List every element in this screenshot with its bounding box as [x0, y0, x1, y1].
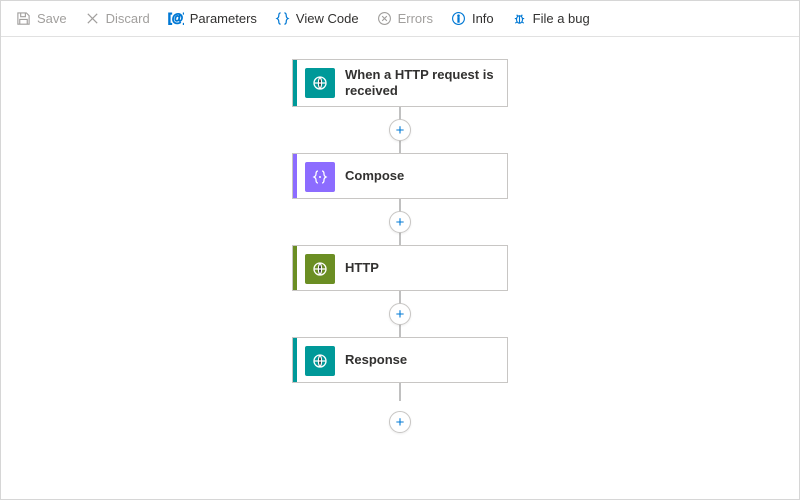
request-icon [305, 68, 335, 98]
node-title: HTTP [345, 246, 507, 290]
workflow-node-compose[interactable]: Compose [292, 153, 508, 199]
workflow-node-response[interactable]: Response [292, 337, 508, 383]
view-code-label: View Code [296, 11, 359, 26]
discard-icon [85, 11, 100, 26]
parameters-button[interactable]: [@] Parameters [159, 3, 266, 35]
add-step-button[interactable]: + [389, 119, 411, 141]
info-icon [451, 11, 466, 26]
connector: + [395, 199, 405, 245]
node-accent [293, 60, 297, 106]
workflow-node-trigger[interactable]: When a HTTP request is received [292, 59, 508, 107]
compose-icon [305, 162, 335, 192]
connector: + [395, 107, 405, 153]
connector-end [399, 383, 401, 401]
node-accent [293, 338, 297, 382]
save-label: Save [37, 11, 67, 26]
response-icon [305, 346, 335, 376]
file-bug-button[interactable]: File a bug [503, 3, 599, 35]
svg-text:[@]: [@] [168, 13, 184, 25]
errors-label: Errors [398, 11, 433, 26]
code-braces-icon [275, 11, 290, 26]
workflow-node-http[interactable]: HTTP [292, 245, 508, 291]
node-title: Response [345, 338, 507, 382]
discard-label: Discard [106, 11, 150, 26]
http-icon [305, 254, 335, 284]
info-label: Info [472, 11, 494, 26]
errors-icon [377, 11, 392, 26]
node-title: When a HTTP request is received [345, 60, 507, 106]
add-step-button[interactable]: + [389, 411, 411, 433]
workflow-column: When a HTTP request is received + Compos… [292, 59, 508, 433]
designer-canvas[interactable]: When a HTTP request is received + Compos… [1, 37, 799, 499]
connector: + [395, 291, 405, 337]
add-step-button[interactable]: + [389, 211, 411, 233]
bug-icon [512, 11, 527, 26]
node-accent [293, 154, 297, 198]
save-icon [16, 11, 31, 26]
parameters-icon: [@] [168, 11, 184, 26]
errors-button[interactable]: Errors [368, 3, 442, 35]
parameters-label: Parameters [190, 11, 257, 26]
add-step-button[interactable]: + [389, 303, 411, 325]
info-button[interactable]: Info [442, 3, 503, 35]
node-accent [293, 246, 297, 290]
node-title: Compose [345, 154, 507, 198]
save-button[interactable]: Save [7, 3, 76, 35]
file-bug-label: File a bug [533, 11, 590, 26]
discard-button[interactable]: Discard [76, 3, 159, 35]
toolbar: Save Discard [@] Parameters View Code Er… [1, 1, 799, 37]
view-code-button[interactable]: View Code [266, 3, 368, 35]
